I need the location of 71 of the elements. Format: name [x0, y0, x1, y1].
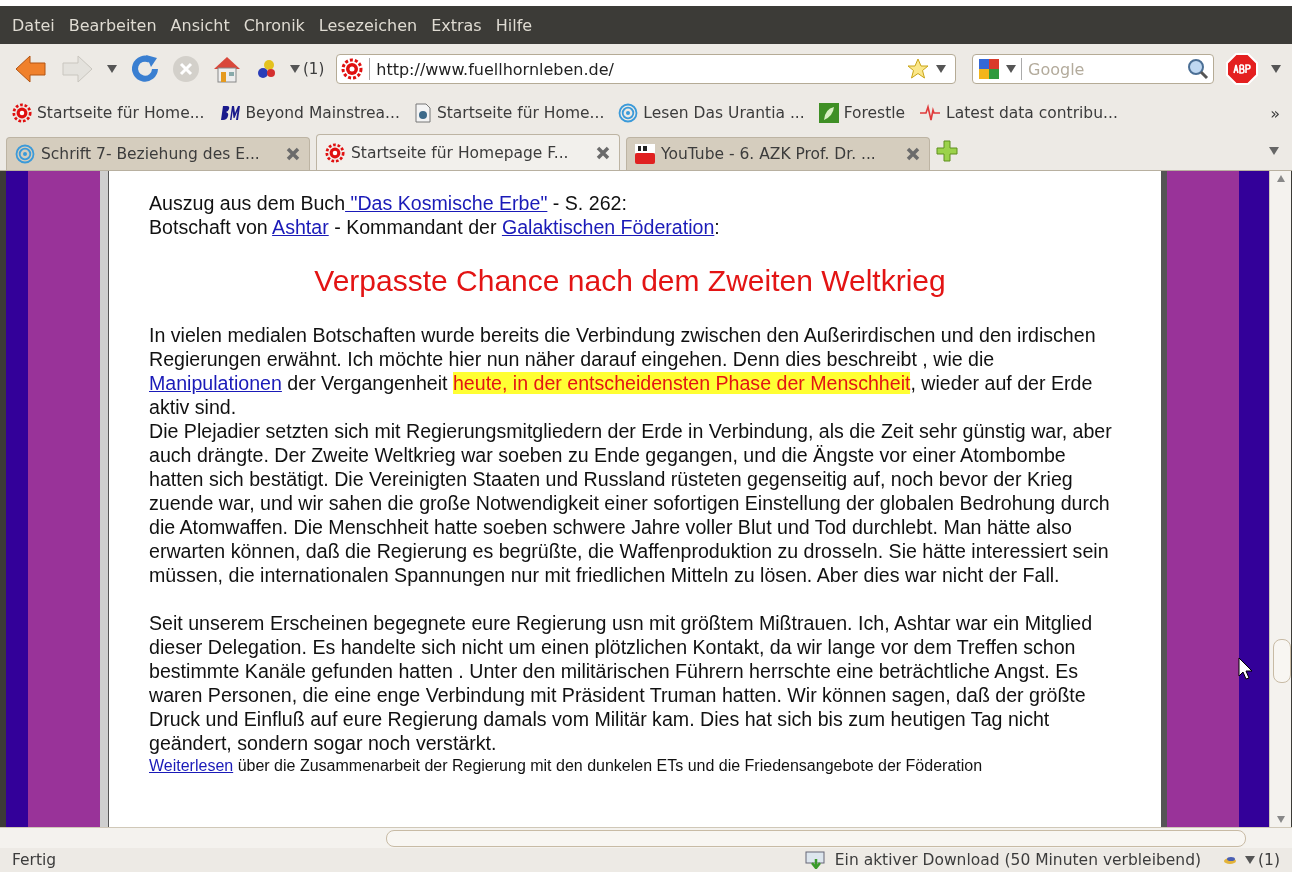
- bookmark-item[interactable]: Startseite für Home...: [413, 103, 605, 123]
- page-icon: [413, 103, 432, 123]
- scrollbar-thumb[interactable]: [1273, 639, 1291, 683]
- more-bookmarks-chevron[interactable]: »: [1270, 103, 1280, 123]
- download-icon[interactable]: [804, 851, 827, 869]
- leaf-icon: [818, 103, 839, 123]
- monogram-icon: [218, 104, 241, 122]
- reload-icon[interactable]: [130, 54, 160, 84]
- caret-icon[interactable]: [1005, 64, 1017, 74]
- history-count[interactable]: (1): [290, 60, 325, 78]
- text-link[interactable]: Galaktischen Föderation: [501, 216, 715, 238]
- addon-icon[interactable]: [1223, 855, 1238, 865]
- browser-tab[interactable]: YouTube - 6. AZK Prof. Dr. ...: [626, 137, 930, 170]
- bookmark-item[interactable]: Beyond Mainstrea...: [218, 104, 400, 122]
- text-link[interactable]: "Das Kosmische Erbe": [345, 192, 548, 214]
- menu-item[interactable]: Chronik: [243, 15, 305, 35]
- horizontal-scrollbar[interactable]: [0, 827, 1292, 848]
- vertical-scrollbar[interactable]: [1269, 171, 1291, 827]
- back-arrow-icon[interactable]: [14, 54, 48, 84]
- menu-item[interactable]: Extras: [431, 15, 482, 35]
- gear-icon: [325, 142, 345, 163]
- address-bar[interactable]: http://www.fuellhornleben.de/: [336, 54, 956, 84]
- google-logo-icon[interactable]: [977, 57, 1001, 81]
- close-icon[interactable]: [285, 146, 301, 162]
- intro-line: Auszug aus dem Buch "Das Kosmische Erbe" - S. 262:: [149, 191, 628, 215]
- search-bar[interactable]: Google: [972, 54, 1214, 84]
- scroll-up-arrow-icon[interactable]: [1276, 175, 1285, 182]
- star-icon[interactable]: [907, 58, 929, 80]
- rings-icon: [618, 103, 639, 123]
- caret-icon[interactable]: [1270, 64, 1282, 74]
- body-paragraph: Seit unserem Erscheinen begegnete eure Regierung usn mit größtem Mißtrauen. Ich, Ashtar war ein Mitglied dieser Delegation. Es handelte sich nicht um einen plötzlichen Kontakt, da wir lange vor dem Treffen schon bestimmte Kanäle gefunden hatten . Unter den militärischen Führern herrschte eine beträchtliche Angst. Es waren Personen, die eine enge Verbindung mit Präsident Truman hatten. Wir können sagen, daß der größte Druck und Einfluß auf eure Regierung damals vom Militär kam. Dies hat sich bis zum heutigen Tag nicht geändert, sondern sogar noch verstärkt.: [149, 611, 1094, 755]
- home-icon[interactable]: [212, 54, 242, 84]
- bookmark-item[interactable]: Forestle: [818, 103, 906, 123]
- rings-icon: [15, 144, 35, 164]
- caret-icon[interactable]: [935, 64, 947, 74]
- text-link[interactable]: Weiterlesen: [149, 757, 234, 774]
- close-icon[interactable]: [595, 144, 611, 161]
- text-link[interactable]: Manipulationen: [149, 372, 282, 394]
- gear-icon: [341, 58, 364, 80]
- menu-item[interactable]: Bearbeiten: [68, 15, 157, 35]
- pulse-icon: [919, 104, 942, 122]
- bookmark-item[interactable]: Startseite für Home...: [12, 103, 205, 123]
- gear-icon: [12, 103, 32, 123]
- video-logo-icon: [635, 144, 655, 164]
- menu-item[interactable]: Datei: [12, 15, 55, 35]
- intro-line: Botschaft von Ashtar - Kommandant der Galaktischen Föderation:: [149, 215, 721, 239]
- text-link[interactable]: Ashtar: [272, 216, 329, 238]
- caret-icon[interactable]: [290, 65, 300, 73]
- caret-icon[interactable]: [106, 64, 118, 74]
- stop-sign-icon[interactable]: [1226, 53, 1258, 85]
- scrollbar-thumb[interactable]: [386, 830, 1246, 847]
- body-paragraph: Die Plejadier setzten sich mit Regierungsmitgliedern der Erde in Verbindung, als die Zeit sehr günstig war, aber auch drängte. Der Zweite Weltkrieg war soeben zu Ende gegangen, und die Ängste vor einer Atombombe hatten sich bestätigt. Die Vereinigten Staaten und Russland rüsteten gegenseitig auf, noch bevor der Krieg zuende war, und wir sahen die große Notwendigkeit einer sofortigen Einstellung der globalen Bedrohung durch die Atomwaffen. Die Menschheit hatte soeben schwere Jahre voller Blut und Tod durchlebt. Man hätte also erwarten können, daß die Regierung es begrüßte, die Waffenproduktion zu drosseln. Sie hätte interessiert sein müssen, die internationalen Spannungen nur mit friedlichen Mitteln zu lösen. Aber dies war nicht der Fall.: [149, 419, 1113, 587]
- browser-tab[interactable]: Schrift 7- Beziehung des E...: [6, 137, 310, 170]
- article-heading: Verpasste Chance nach dem Zweiten Weltkrieg: [313, 263, 947, 299]
- browser-tab[interactable]: Startseite für Homepage F...: [316, 134, 620, 170]
- status-count[interactable]: (1): [1245, 851, 1280, 869]
- read-more-note: Weiterlesen über die Zusammenarbeit der Regierung mit den dunkelen ETs und die Friedensangebote der Föderation: [149, 757, 984, 775]
- menu-item[interactable]: Hilfe: [495, 15, 533, 35]
- caret-icon[interactable]: [1245, 856, 1256, 864]
- bookmark-item[interactable]: Latest data contribu...: [919, 104, 1118, 122]
- bookmark-item[interactable]: Lesen Das Urantia ...: [618, 103, 805, 123]
- menu-item[interactable]: Lesezeichen: [318, 15, 418, 35]
- search-icon[interactable]: [1187, 58, 1209, 80]
- download-status[interactable]: Ein aktiver Download (50 Minuten verbleibend): [834, 851, 1202, 869]
- mouse-cursor-icon: [1238, 657, 1254, 681]
- new-tab-plus-icon[interactable]: [936, 140, 958, 162]
- close-icon[interactable]: [905, 146, 921, 162]
- caret-icon[interactable]: [1268, 146, 1280, 156]
- status-text: Fertig: [12, 851, 57, 869]
- scroll-down-arrow-icon[interactable]: [1276, 816, 1285, 823]
- menu-item[interactable]: Ansicht: [170, 15, 230, 35]
